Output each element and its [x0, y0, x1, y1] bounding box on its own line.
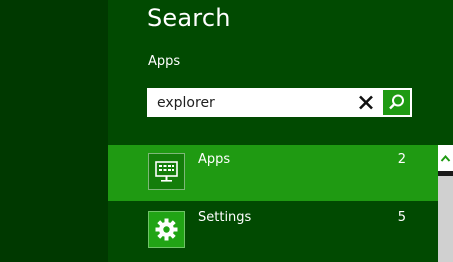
search-scope-label: Apps: [148, 54, 181, 69]
close-icon: [359, 95, 373, 110]
search-box: [147, 88, 412, 117]
search-icon: [389, 94, 404, 110]
result-label: Apps: [198, 152, 231, 167]
search-button[interactable]: [383, 90, 410, 115]
scroll-thumb[interactable]: [438, 176, 453, 262]
result-count: 5: [397, 210, 406, 225]
results-scrollbar[interactable]: [438, 145, 453, 262]
result-apps[interactable]: Apps 2: [108, 145, 438, 201]
scroll-up-button[interactable]: [438, 145, 453, 171]
result-settings[interactable]: Settings 5: [108, 203, 438, 259]
result-tile: [148, 211, 185, 248]
left-background: [0, 0, 108, 262]
chevron-up-icon: [440, 154, 451, 162]
result-tile: [148, 153, 185, 190]
clear-search-button[interactable]: [356, 92, 376, 113]
gear-icon: [155, 218, 178, 241]
search-input[interactable]: [147, 88, 352, 117]
apps-icon: [155, 161, 178, 182]
result-count: 2: [397, 152, 406, 167]
search-title: Search: [147, 4, 231, 32]
result-label: Settings: [198, 210, 252, 225]
